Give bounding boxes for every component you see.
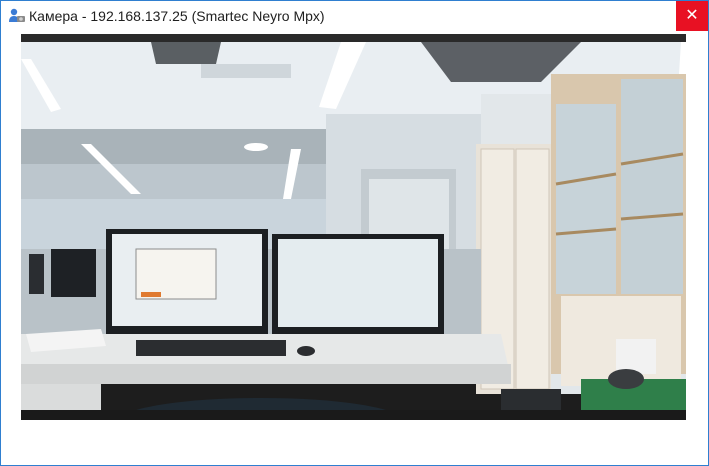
camera-video-feed[interactable]: [21, 34, 686, 420]
video-frame-image: [21, 34, 686, 420]
close-icon: ✕: [685, 7, 699, 24]
camera-user-icon: [9, 8, 25, 22]
close-button[interactable]: ✕: [676, 1, 708, 31]
camera-window: Камера - 192.168.137.25 (Smartec Neyro M…: [0, 0, 709, 466]
window-title: Камера - 192.168.137.25 (Smartec Neyro M…: [29, 8, 325, 24]
title-bar[interactable]: Камера - 192.168.137.25 (Smartec Neyro M…: [1, 1, 708, 31]
